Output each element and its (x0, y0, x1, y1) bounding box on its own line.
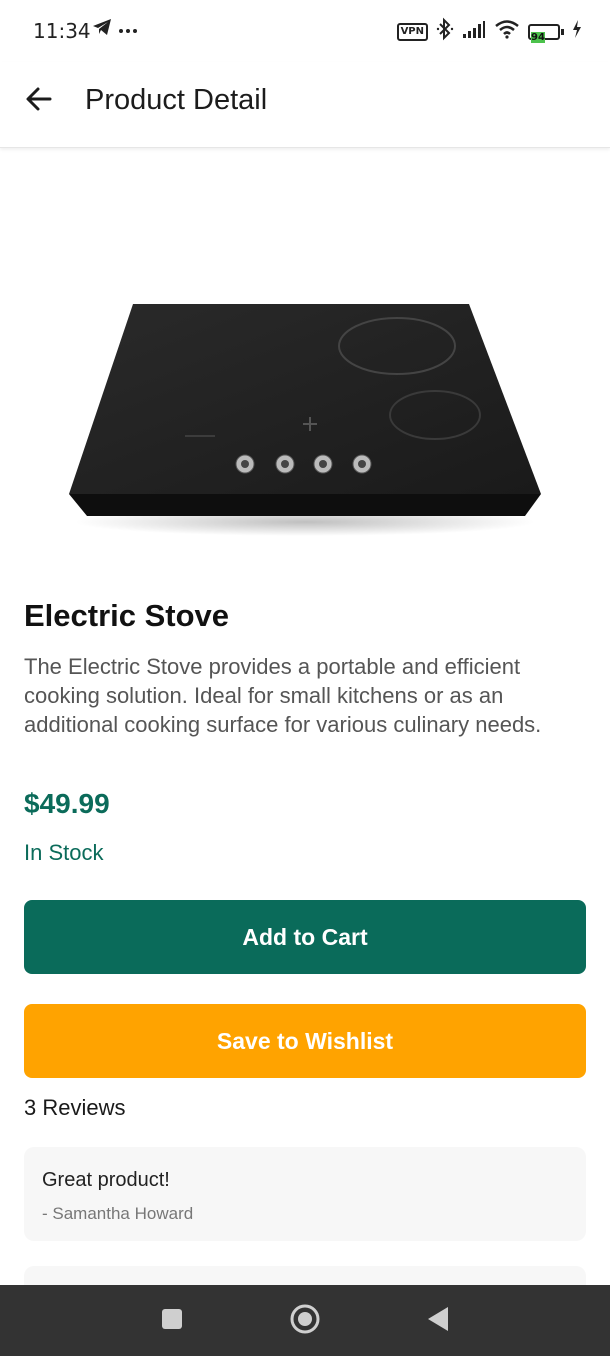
more-dots-icon (118, 21, 138, 39)
battery-icon: 94 (528, 23, 564, 43)
system-back-button[interactable] (422, 1305, 454, 1337)
reviews-count: 3 Reviews (24, 1095, 126, 1120)
charging-icon (572, 20, 582, 43)
product-image (55, 290, 555, 540)
product-description: The Electric Stove provides a portable a… (24, 654, 542, 737)
back-button[interactable] (22, 84, 56, 118)
status-bar: 11:34 VPN 94 (0, 0, 610, 62)
back-triangle-icon (426, 1306, 450, 1337)
page-title: Product Detail (85, 84, 268, 116)
electric-stove-image (69, 304, 541, 536)
recent-apps-icon (160, 1307, 184, 1336)
recent-apps-button[interactable] (156, 1305, 188, 1337)
wifi-icon (494, 19, 520, 44)
status-time: 11:34 (33, 19, 91, 43)
status-left-icons (92, 18, 138, 41)
stock-status: In Stock (24, 840, 104, 865)
system-nav-bar (0, 1285, 610, 1356)
add-to-cart-button[interactable]: Add to Cart (24, 900, 586, 974)
app-bar: Product Detail (0, 62, 610, 148)
home-button[interactable] (289, 1303, 321, 1340)
arrow-left-icon (25, 85, 53, 118)
product-name: Electric Stove (24, 598, 230, 633)
review-author: - Samantha Howard (42, 1204, 194, 1223)
telegram-icon (92, 18, 112, 41)
signal-icon (462, 20, 486, 43)
battery-level: 94 (531, 31, 545, 43)
bluetooth-icon (436, 17, 454, 46)
status-right-icons: VPN 94 (396, 17, 582, 46)
review-card: Great product! - Samantha Howard (24, 1147, 586, 1241)
vpn-badge: VPN (396, 22, 428, 41)
product-price: $49.99 (24, 788, 110, 819)
save-to-wishlist-button[interactable]: Save to Wishlist (24, 1004, 586, 1078)
home-icon (289, 1303, 321, 1340)
review-text: Great product! (42, 1169, 170, 1191)
